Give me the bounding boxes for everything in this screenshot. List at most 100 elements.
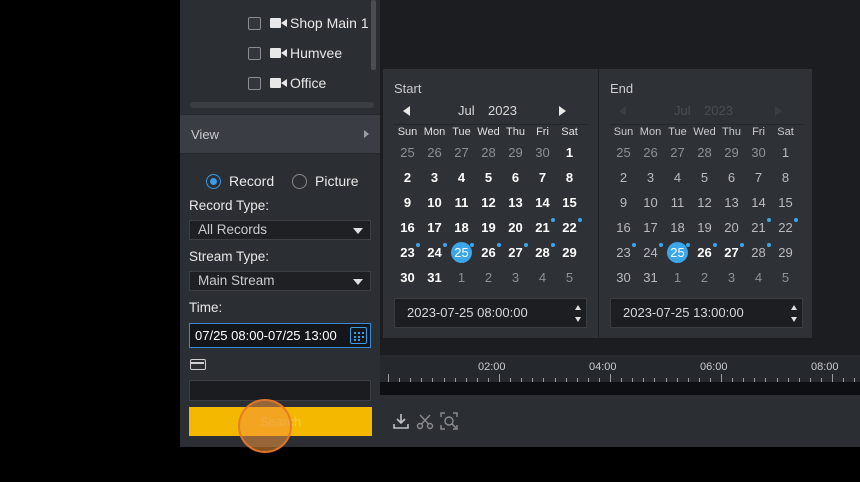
calendar-day[interactable]: 25 (394, 141, 421, 165)
calendar-day[interactable]: 20 (502, 216, 529, 240)
calendar-day[interactable]: 17 (421, 216, 448, 240)
tree-horizontal-scrollbar[interactable] (190, 102, 374, 108)
calendar-day[interactable]: 9 (610, 191, 637, 215)
calendar-day[interactable]: 18 (664, 216, 691, 240)
calendar-day[interactable]: 26 (637, 141, 664, 165)
calendar-day[interactable]: 15 (772, 191, 799, 215)
calendar-day[interactable]: 30 (394, 266, 421, 290)
picture-radio[interactable]: Picture (292, 172, 359, 190)
camera-checkbox[interactable] (248, 76, 261, 90)
calendar-day[interactable]: 3 (637, 166, 664, 190)
calendar-day[interactable]: 29 (718, 141, 745, 165)
spin-up-icon[interactable] (791, 305, 797, 310)
radio-unselected-icon[interactable] (292, 173, 307, 189)
calendar-day[interactable]: 28 (691, 141, 718, 165)
calendar-day[interactable]: 25 (610, 141, 637, 165)
calendar-icon[interactable] (350, 327, 367, 344)
radio-selected-icon[interactable] (206, 173, 221, 189)
calendar-day[interactable]: 9 (394, 191, 421, 215)
calendar-day[interactable]: 30 (610, 266, 637, 290)
camera-item[interactable]: Humvee (248, 43, 342, 63)
download-icon[interactable] (392, 412, 410, 430)
calendar-day[interactable]: 12 (691, 191, 718, 215)
calendar-day[interactable]: 29 (556, 241, 583, 265)
tree-scrollbar[interactable] (371, 0, 376, 70)
calendar-day[interactable]: 10 (421, 191, 448, 215)
calendar-day[interactable]: 18 (448, 216, 475, 240)
view-section-header[interactable]: View (180, 114, 380, 154)
calendar-day[interactable]: 1 (448, 266, 475, 290)
calendar-day[interactable]: 5 (772, 266, 799, 290)
calendar-day[interactable]: 19 (691, 216, 718, 240)
calendar-day[interactable]: 5 (556, 266, 583, 290)
start-year[interactable]: 2023 (488, 103, 517, 118)
calendar-day[interactable]: 1 (772, 141, 799, 165)
calendar-day[interactable]: 26 (421, 141, 448, 165)
camera-item[interactable]: Shop Main 1 (248, 13, 369, 33)
spin-up-icon[interactable] (575, 305, 581, 310)
time-range-input[interactable]: 07/25 08:00-07/25 13:00 (189, 323, 371, 348)
calendar-day[interactable]: 5 (475, 166, 502, 190)
calendar-day[interactable]: 4 (529, 266, 556, 290)
calendar-day[interactable]: 27 (448, 141, 475, 165)
calendar-day[interactable]: 5 (691, 166, 718, 190)
calendar-day[interactable]: 2 (610, 166, 637, 190)
calendar-day[interactable]: 11 (448, 191, 475, 215)
calendar-day[interactable]: 3 (502, 266, 529, 290)
calendar-day[interactable]: 7 (529, 166, 556, 190)
calendar-day[interactable]: 17 (637, 216, 664, 240)
calendar-day[interactable]: 13 (718, 191, 745, 215)
end-datetime-input[interactable]: 2023-07-25 13:00:00 (610, 298, 803, 328)
card-number-input[interactable] (189, 380, 371, 401)
spin-down-icon[interactable] (791, 317, 797, 322)
record-radio[interactable]: Record (206, 172, 274, 190)
calendar-day[interactable]: 28 (475, 141, 502, 165)
calendar-day[interactable]: 14 (745, 191, 772, 215)
start-month[interactable]: Jul (458, 103, 475, 118)
calendar-day[interactable]: 16 (610, 216, 637, 240)
record-type-select[interactable]: All Records (189, 220, 371, 240)
snapshot-icon[interactable] (440, 412, 458, 430)
calendar-day[interactable]: 29 (502, 141, 529, 165)
calendar-day[interactable]: 7 (745, 166, 772, 190)
calendar-day[interactable]: 4 (448, 166, 475, 190)
calendar-day[interactable]: 3 (421, 166, 448, 190)
calendar-day[interactable]: 15 (556, 191, 583, 215)
calendar-day[interactable]: 16 (394, 216, 421, 240)
calendar-day[interactable]: 31 (637, 266, 664, 290)
calendar-day[interactable]: 20 (718, 216, 745, 240)
next-month-icon[interactable] (559, 106, 566, 116)
calendar-day[interactable]: 30 (745, 141, 772, 165)
spin-down-icon[interactable] (575, 317, 581, 322)
calendar-day[interactable]: 11 (664, 191, 691, 215)
calendar-day[interactable]: 31 (421, 266, 448, 290)
calendar-day[interactable]: 6 (502, 166, 529, 190)
prev-month-icon[interactable] (403, 106, 410, 116)
calendar-day[interactable]: 14 (529, 191, 556, 215)
calendar-day[interactable]: 10 (637, 191, 664, 215)
calendar-day[interactable]: 6 (718, 166, 745, 190)
stream-type-select[interactable]: Main Stream (189, 271, 371, 291)
calendar-day[interactable]: 2 (691, 266, 718, 290)
calendar-day[interactable]: 4 (664, 166, 691, 190)
calendar-day[interactable]: 2 (394, 166, 421, 190)
camera-item[interactable]: Office (248, 73, 326, 93)
calendar-day[interactable]: 19 (475, 216, 502, 240)
calendar-day[interactable]: 4 (745, 266, 772, 290)
start-datetime-input[interactable]: 2023-07-25 08:00:00 (394, 298, 587, 328)
calendar-day[interactable]: 29 (772, 241, 799, 265)
calendar-day[interactable]: 1 (664, 266, 691, 290)
calendar-day[interactable]: 2 (475, 266, 502, 290)
calendar-day[interactable]: 3 (718, 266, 745, 290)
timeline-track[interactable] (380, 382, 860, 395)
calendar-day[interactable]: 1 (556, 141, 583, 165)
calendar-day[interactable]: 30 (529, 141, 556, 165)
calendar-day[interactable]: 8 (772, 166, 799, 190)
camera-checkbox[interactable] (248, 16, 261, 30)
calendar-day[interactable]: 8 (556, 166, 583, 190)
calendar-day[interactable]: 27 (664, 141, 691, 165)
camera-checkbox[interactable] (248, 46, 261, 60)
calendar-day[interactable]: 12 (475, 191, 502, 215)
scissors-icon[interactable] (416, 412, 434, 430)
calendar-day[interactable]: 13 (502, 191, 529, 215)
